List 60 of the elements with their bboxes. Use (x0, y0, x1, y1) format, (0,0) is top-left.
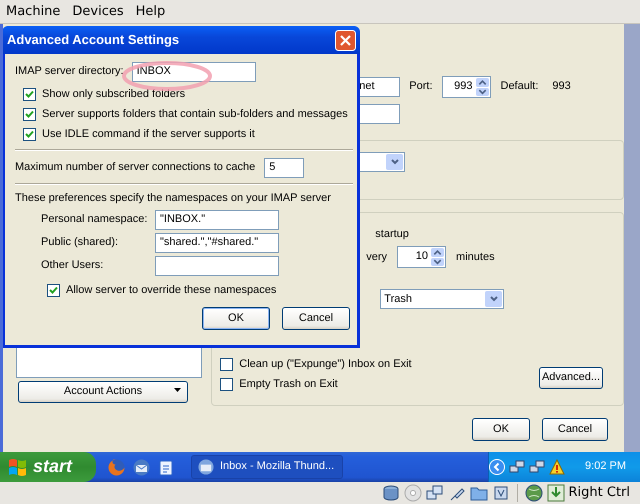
caret-icon (174, 388, 181, 392)
interval-spinner[interactable]: 10 (397, 246, 446, 268)
network-icon[interactable] (529, 459, 545, 475)
override-label: Allow server to override these namespaces (66, 284, 276, 297)
checkbox[interactable] (23, 128, 36, 142)
menu-item[interactable]: Devices (66, 4, 130, 20)
port-spinner[interactable]: 993 (442, 76, 490, 98)
hard-disk-icon (382, 484, 400, 502)
option-label: Show only subscribed folders (42, 88, 186, 102)
checkbox[interactable] (47, 284, 60, 297)
spin-arrows-icon[interactable] (474, 77, 490, 97)
checkbox[interactable] (23, 108, 36, 122)
max-connections-field[interactable]: 5 (264, 158, 304, 178)
network-icon[interactable] (509, 459, 525, 475)
dialog-button[interactable]: Cancel (542, 418, 608, 441)
warning-icon[interactable] (549, 459, 565, 475)
option-label: Server supports folders that contain sub-folders and messages (42, 108, 348, 122)
namespace-field[interactable]: "INBOX." (155, 210, 279, 230)
close-icon[interactable] (335, 30, 356, 50)
namespace-field[interactable] (155, 256, 279, 276)
minutes-label: minutes (456, 250, 495, 264)
namespace-field[interactable]: "shared.","#shared." (155, 232, 279, 253)
option-label: Use IDLE command if the server supports it (42, 128, 255, 142)
port-label: Port: (409, 80, 432, 94)
spin-arrows-icon[interactable] (430, 247, 446, 268)
checkbox[interactable] (23, 88, 36, 102)
default-port: 993 (552, 80, 571, 94)
checkbox[interactable] (220, 358, 234, 372)
imap-directory-label: IMAP server directory: (15, 65, 124, 79)
mail-client-icon (198, 459, 214, 475)
trash-dropdown[interactable]: Trash (380, 289, 504, 310)
option-label: Clean up ("Expunge") Inbox on Exit (239, 358, 412, 372)
expand-tray-icon[interactable] (489, 459, 505, 475)
account-actions-button[interactable]: Account Actions (18, 380, 188, 403)
windows-logo-icon (8, 458, 28, 476)
max-connections-label: Maximum number of server connections to cache (15, 160, 256, 174)
dialog-title: Advanced Account Settings (7, 32, 180, 48)
namespaces-description: These preferences specify the namespaces on your IMAP server (15, 192, 332, 205)
host-key-label: Right Ctrl (568, 485, 630, 501)
advanced-button[interactable]: Advanced... (539, 366, 603, 389)
network-adapter-icon (426, 484, 444, 502)
namespace-label: Other Users: (41, 259, 104, 272)
dialog-button[interactable]: OK (202, 306, 270, 330)
default-label: Default: (500, 80, 538, 94)
dialog-button[interactable]: Cancel (282, 306, 350, 330)
menu-item[interactable]: Machine (0, 4, 66, 20)
document-icon[interactable] (158, 458, 175, 476)
checkbox[interactable] (220, 378, 234, 392)
start-button[interactable]: start (0, 452, 96, 482)
globe-icon (524, 484, 542, 502)
clock: 9:02 PM (585, 460, 626, 474)
namespace-label: Public (shared): (41, 236, 120, 250)
dialog-button[interactable]: OK (472, 418, 530, 441)
startup-label: startup (375, 228, 409, 242)
menu-item[interactable]: Help (130, 4, 172, 20)
check-every-label: very (366, 250, 388, 264)
taskbar-button[interactable]: Inbox - Mozilla Thund... (191, 455, 343, 479)
option-label: Empty Trash on Exit (239, 378, 338, 392)
namespace-label: Personal namespace: (41, 213, 148, 226)
mail-client-icon[interactable] (133, 458, 150, 476)
